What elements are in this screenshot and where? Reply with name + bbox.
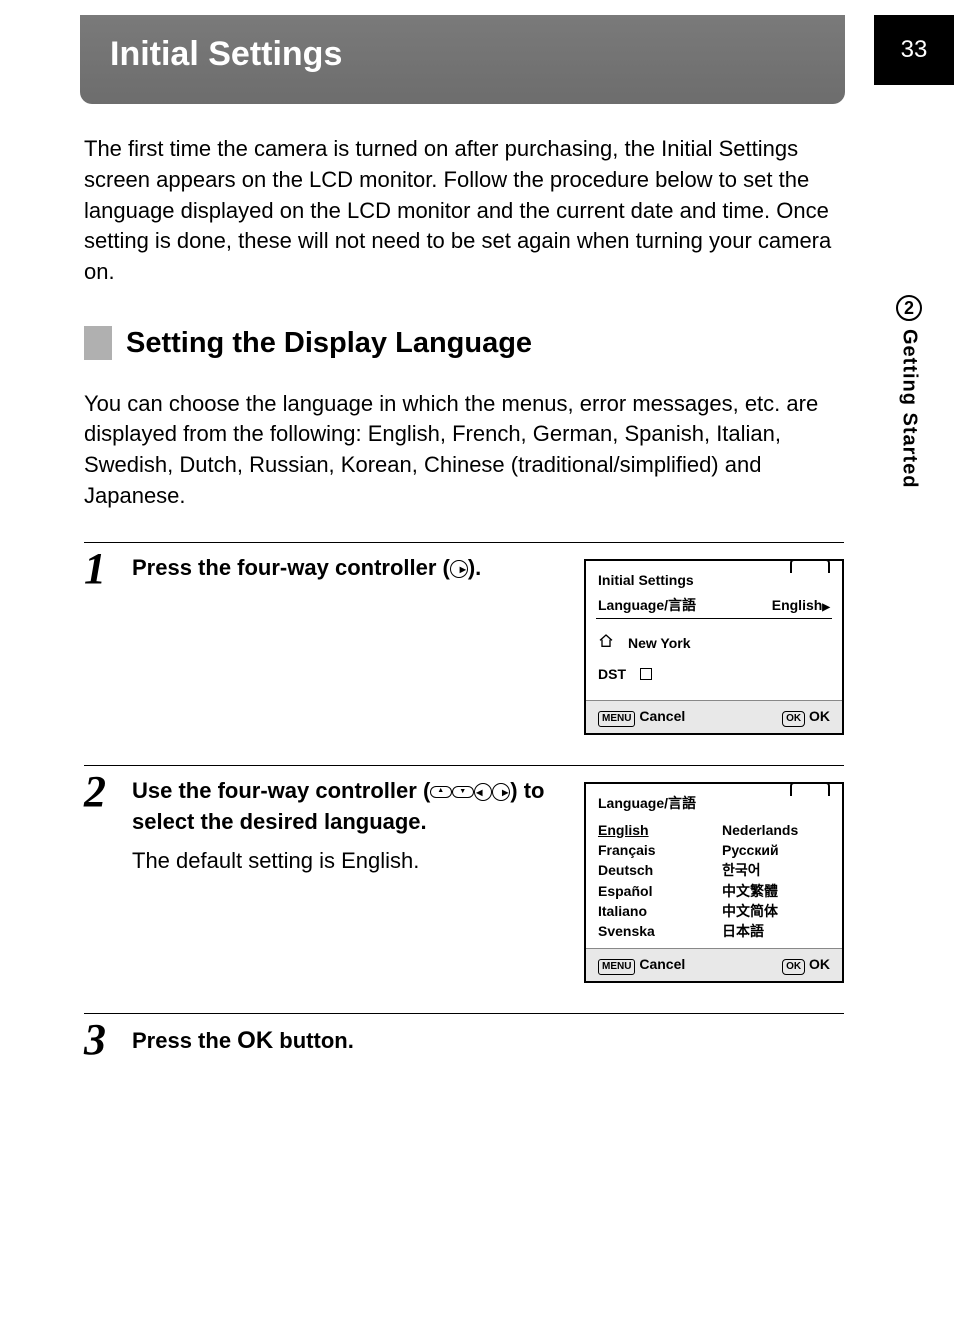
lang-option: Deutsch <box>598 860 706 880</box>
chapter-number: 2 <box>896 295 922 321</box>
lcd-tab-icon <box>790 559 830 573</box>
lcd-ok: OK <box>809 708 830 724</box>
controller-down-icon <box>452 786 474 798</box>
step-number: 3 <box>84 1018 132 1062</box>
step-title-text: Use the four-way controller ( <box>132 778 430 803</box>
ok-button-label: OK <box>237 1027 273 1054</box>
lcd-language-row: Language/言語 English▶ <box>596 594 832 619</box>
lcd-footer: MENU Cancel OK OK <box>586 948 842 981</box>
lang-option: Nederlands <box>722 820 830 840</box>
step-number: 2 <box>84 770 132 982</box>
lcd-dst-label: DST <box>598 665 626 685</box>
step-1: 1 Press the four-way controller (). Init… <box>84 542 844 735</box>
lang-option: Español <box>598 881 706 901</box>
lang-option: 中文繁體 <box>722 881 830 901</box>
step-title-text: Press the four-way controller ( <box>132 555 450 580</box>
lang-option: English <box>598 820 706 840</box>
language-grid: English Français Deutsch Español Italian… <box>586 818 842 948</box>
controller-right-icon <box>450 560 468 578</box>
step-2: 2 Use the four-way controller () to sele… <box>84 765 844 982</box>
lang-option: 한국어 <box>722 860 830 880</box>
step-title-text: ). <box>468 555 481 580</box>
heading-bar-icon <box>84 326 112 360</box>
lcd-initial-settings: Initial Settings Language/言語 English▶ Ne… <box>584 559 844 735</box>
section-heading: Setting the Display Language <box>84 323 844 364</box>
ok-badge-icon: OK <box>782 711 805 727</box>
page-number: 33 <box>874 15 954 85</box>
checkbox-icon <box>640 668 652 680</box>
controller-left-icon <box>474 783 492 801</box>
lcd-cancel: Cancel <box>639 708 685 724</box>
ok-badge-icon: OK <box>782 959 805 975</box>
lcd-language-menu: Language/言語 English Français Deutsch Esp… <box>584 782 844 982</box>
lcd-language-label: Language/言語 <box>598 596 696 616</box>
step-3: 3 Press the OK button. <box>84 1013 844 1062</box>
controller-right-icon <box>492 783 510 801</box>
step-title-text: Press the <box>132 1028 237 1053</box>
step-title: Use the four-way controller () to select… <box>132 778 544 834</box>
lcd-tab-icon <box>790 782 830 796</box>
step-title-text: button. <box>273 1028 354 1053</box>
lang-option: Svenska <box>598 921 706 941</box>
lang-option: Русский <box>722 840 830 860</box>
lcd-cancel: Cancel <box>639 956 685 972</box>
language-col-2: Nederlands Русский 한국어 中文繁體 中文简体 日本語 <box>722 820 830 942</box>
lcd-language-value: English▶ <box>772 596 830 616</box>
home-icon <box>598 633 614 655</box>
lcd-footer: MENU Cancel OK OK <box>586 700 842 733</box>
lang-option: Italiano <box>598 901 706 921</box>
lcd-ok: OK <box>809 956 830 972</box>
language-col-1: English Français Deutsch Español Italian… <box>598 820 706 942</box>
section-title: Setting the Display Language <box>126 323 532 364</box>
page-title: Initial Settings <box>80 15 845 104</box>
controller-up-icon <box>430 786 452 798</box>
step-title: Press the OK button. <box>132 1028 354 1053</box>
menu-badge-icon: MENU <box>598 711 635 727</box>
step-subtext: The default setting is English. <box>132 846 564 877</box>
lang-option: Français <box>598 840 706 860</box>
lcd-city: New York <box>628 634 691 654</box>
lang-option: 中文简体 <box>722 901 830 921</box>
lang-option: 日本語 <box>722 921 830 941</box>
side-tab: 2 Getting Started <box>886 295 932 488</box>
menu-badge-icon: MENU <box>598 959 635 975</box>
content-area: The first time the camera is turned on a… <box>0 104 954 1062</box>
section-paragraph: You can choose the language in which the… <box>84 389 844 512</box>
intro-paragraph: The first time the camera is turned on a… <box>84 134 844 288</box>
chapter-label: Getting Started <box>898 329 921 488</box>
step-title: Press the four-way controller (). <box>132 555 481 580</box>
step-number: 1 <box>84 547 132 735</box>
